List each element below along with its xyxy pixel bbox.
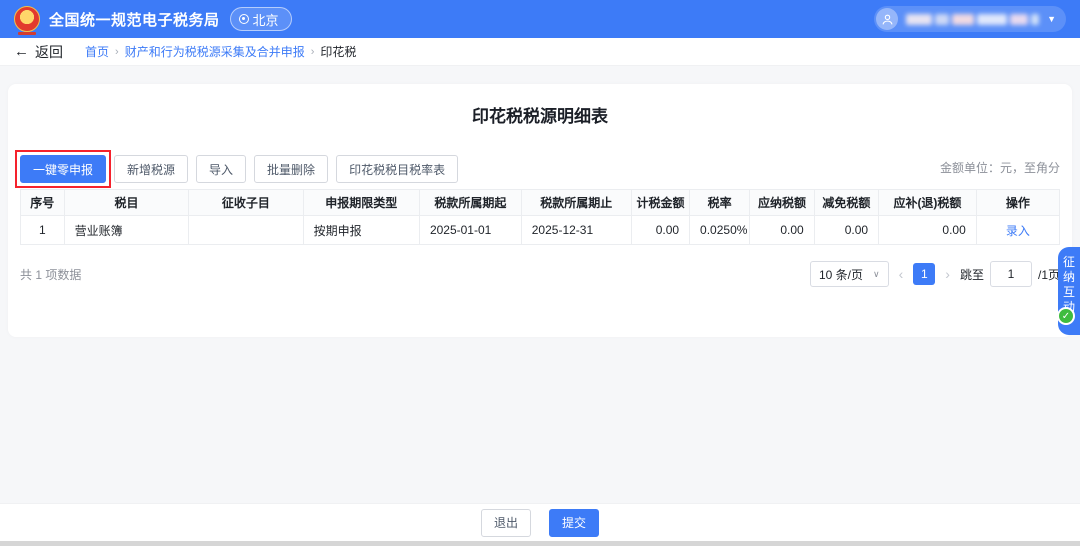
breadcrumb-collection[interactable]: 财产和行为税税源采集及合并申报 xyxy=(125,43,305,60)
user-avatar-icon xyxy=(876,8,898,30)
prev-page-button[interactable]: ‹ xyxy=(897,266,906,282)
redacted-username xyxy=(906,14,1039,25)
col-tax-balance: 应补(退)税额 xyxy=(879,190,977,216)
col-period-start: 税款所属期起 xyxy=(419,190,521,216)
cell-tax-payable: 0.00 xyxy=(750,216,814,245)
breadcrumb-separator: › xyxy=(311,46,315,58)
user-account-menu[interactable]: ▼ xyxy=(874,6,1066,32)
col-seq: 序号 xyxy=(21,190,65,216)
total-pages-label: /1页 xyxy=(1038,266,1060,283)
breadcrumb-separator: › xyxy=(115,46,119,58)
tax-interaction-widget[interactable]: 征纳互动 ✓ xyxy=(1058,247,1080,335)
cell-rate: 0.0250% xyxy=(690,216,750,245)
col-period-end: 税款所属期止 xyxy=(521,190,631,216)
chevron-down-icon: ∨ xyxy=(873,269,880,280)
breadcrumb-current: 印花税 xyxy=(320,43,356,60)
col-tax-payable: 应纳税额 xyxy=(750,190,814,216)
batch-delete-button[interactable]: 批量删除 xyxy=(254,155,328,183)
page-size-value: 10 条/页 xyxy=(819,266,863,283)
back-arrow-icon: ← xyxy=(14,43,29,60)
cell-period-end: 2025-12-31 xyxy=(521,216,631,245)
cell-tax-reduction: 0.00 xyxy=(814,216,878,245)
page-jump: 跳至 /1页 xyxy=(960,261,1060,287)
one-click-zero-filing-button[interactable]: 一键零申报 xyxy=(20,155,106,183)
tax-source-table: 序号 税目 征收子目 申报期限类型 税款所属期起 税款所属期止 计税金额 税率 … xyxy=(20,189,1060,245)
col-tax-item: 税目 xyxy=(64,190,189,216)
page-size-select[interactable]: 10 条/页 ∨ xyxy=(810,261,889,287)
jump-label: 跳至 xyxy=(960,266,984,283)
amount-unit-note: 金额单位：元，至角分 xyxy=(940,159,1060,183)
national-emblem-logo xyxy=(14,6,40,32)
cell-seq: 1 xyxy=(21,216,65,245)
entry-link[interactable]: 录入 xyxy=(1006,224,1030,238)
toolbar: 一键零申报 新增税源 导入 批量删除 印花税税目税率表 金额单位：元，至角分 xyxy=(8,151,1072,183)
pagination-controls: 10 条/页 ∨ ‹ 1 › 跳至 /1页 xyxy=(810,261,1060,287)
add-tax-source-button[interactable]: 新增税源 xyxy=(114,155,188,183)
back-button[interactable]: ← 返回 xyxy=(14,42,63,62)
import-button[interactable]: 导入 xyxy=(196,155,246,183)
location-label: 北京 xyxy=(253,10,279,29)
breadcrumb-home[interactable]: 首页 xyxy=(85,43,109,60)
stamp-tax-card: 印花税税源明细表 一键零申报 新增税源 导入 批量删除 印花税税目税率表 金额单… xyxy=(8,84,1072,337)
chevron-down-icon: ▼ xyxy=(1047,14,1056,24)
jump-page-input[interactable] xyxy=(990,261,1032,287)
page-title: 印花税税源明细表 xyxy=(8,84,1072,127)
table-header-row: 序号 税目 征收子目 申报期限类型 税款所属期起 税款所属期止 计税金额 税率 … xyxy=(21,190,1060,216)
bottom-divider xyxy=(0,541,1080,546)
submit-button[interactable]: 提交 xyxy=(549,509,599,537)
tax-interaction-label: 征纳互动 xyxy=(1062,255,1076,315)
breadcrumb: 首页 › 财产和行为税税源采集及合并申报 › 印花税 xyxy=(85,43,356,60)
exit-button[interactable]: 退出 xyxy=(481,509,531,537)
col-actions: 操作 xyxy=(976,190,1059,216)
cell-tax-item: 营业账簿 xyxy=(64,216,189,245)
cell-tax-balance: 0.00 xyxy=(879,216,977,245)
footer-action-bar: 退出 提交 xyxy=(0,503,1080,541)
back-label: 返回 xyxy=(35,42,63,62)
table-row: 1 营业账簿 按期申报 2025-01-01 2025-12-31 0.00 0… xyxy=(21,216,1060,245)
cell-taxable-amount: 0.00 xyxy=(631,216,689,245)
pagination-row: 共 1 项数据 10 条/页 ∨ ‹ 1 › 跳至 /1页 xyxy=(20,261,1060,287)
cell-period-start: 2025-01-01 xyxy=(419,216,521,245)
col-period-type: 申报期限类型 xyxy=(303,190,419,216)
app-title: 全国统一规范电子税务局 xyxy=(49,9,220,30)
location-selector[interactable]: 北京 xyxy=(230,7,292,31)
next-page-button[interactable]: › xyxy=(943,266,952,282)
stamp-tax-rate-table-button[interactable]: 印花税税目税率表 xyxy=(336,155,458,183)
col-rate: 税率 xyxy=(690,190,750,216)
col-tax-reduction: 减免税额 xyxy=(814,190,878,216)
total-count-label: 共 1 项数据 xyxy=(20,266,81,283)
assistant-chat-icon: ✓ xyxy=(1057,307,1075,325)
col-sub-item: 征收子目 xyxy=(189,190,303,216)
col-taxable-amount: 计税金额 xyxy=(631,190,689,216)
cell-sub-item xyxy=(189,216,303,245)
app-header: 全国统一规范电子税务局 北京 ▼ xyxy=(0,0,1080,38)
cell-period-type: 按期申报 xyxy=(303,216,419,245)
breadcrumb-bar: ← 返回 首页 › 财产和行为税税源采集及合并申报 › 印花税 xyxy=(0,38,1080,66)
current-page-button[interactable]: 1 xyxy=(913,263,935,285)
location-pin-icon xyxy=(239,14,249,24)
